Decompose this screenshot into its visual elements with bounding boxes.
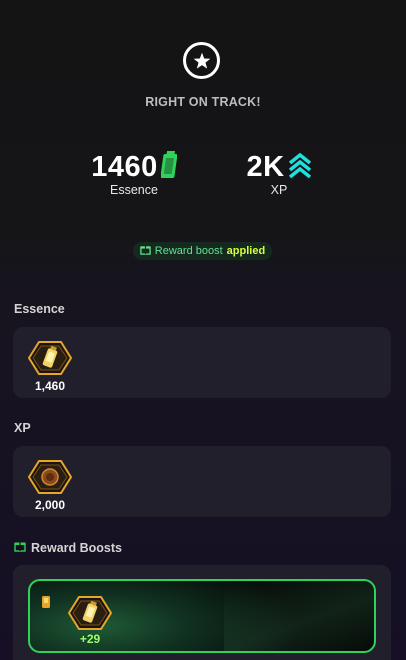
gift-box-icon <box>140 244 151 258</box>
headline: RIGHT ON TRACK! <box>145 95 261 109</box>
xp-chevrons-icon <box>288 151 312 184</box>
essence-label: Essence <box>110 183 158 197</box>
xp-reward-item[interactable]: 2,000 <box>27 459 73 512</box>
star-badge-icon <box>183 42 220 79</box>
reward-boost-text: Reward boost <box>154 245 223 257</box>
essence-reward-card: 1,460 <box>13 327 391 398</box>
essence-total: 1460 <box>91 151 158 183</box>
essence-hex-icon <box>27 341 73 380</box>
essence-reward-item[interactable]: 1,460 <box>27 340 73 393</box>
essence-battery-icon <box>160 150 178 184</box>
xp-section-label: XP <box>14 421 31 435</box>
boost-reward-item[interactable]: +29 <box>67 595 113 646</box>
reward-boost-badge: Reward boost applied <box>133 242 272 260</box>
boost-panel-glow <box>224 581 374 651</box>
results-header: RIGHT ON TRACK! 1460 Essence 2K XP Rewar… <box>0 0 406 285</box>
essence-section-title: Essence <box>14 302 65 316</box>
xp-total: 2K <box>246 151 285 183</box>
essence-section-label: Essence <box>14 302 65 316</box>
boost-reward-panel: +29 <box>28 579 376 653</box>
essence-stat: 1460 Essence <box>74 150 194 197</box>
xp-label: XP <box>270 183 288 197</box>
reward-boosts-section-label: Reward Boosts <box>31 540 122 555</box>
essence-quantity: 1,460 <box>34 379 66 393</box>
reward-boosts-card: +29 <box>13 565 391 660</box>
xp-section-title: XP <box>14 421 31 435</box>
xp-hex-icon <box>27 460 73 499</box>
xp-quantity: 2,000 <box>34 498 66 512</box>
gold-bar-icon <box>42 595 50 613</box>
reward-boosts-section-title: Reward Boosts <box>14 540 122 555</box>
xp-stat: 2K XP <box>219 150 339 197</box>
reward-boost-applied: applied <box>226 245 266 257</box>
gift-box-icon <box>14 540 26 555</box>
xp-reward-card: 2,000 <box>13 446 391 517</box>
